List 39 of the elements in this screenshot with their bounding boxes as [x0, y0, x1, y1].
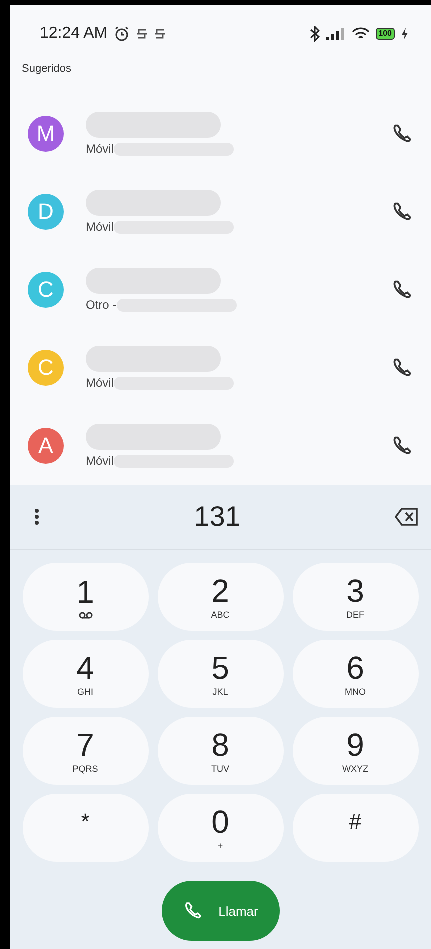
- section-title: Sugeridos: [22, 63, 72, 75]
- call-button[interactable]: Llamar: [162, 881, 280, 941]
- signal-icon: [326, 28, 346, 40]
- bluetooth-icon: [310, 26, 320, 42]
- phone-type-label: Móvil: [86, 454, 114, 468]
- notification-icon: [154, 27, 166, 41]
- status-time: 12:24 AM: [40, 25, 108, 43]
- dial-key[interactable]: 3 DEF: [292, 563, 418, 631]
- phone-type-label: Otro -: [86, 298, 117, 312]
- alarm-icon: [114, 26, 130, 42]
- phone-icon[interactable]: [391, 201, 413, 223]
- phone-icon[interactable]: [391, 123, 413, 145]
- backspace-icon[interactable]: [395, 508, 419, 526]
- dial-key[interactable]: 6 MNO: [292, 640, 418, 708]
- battery-level: 100: [376, 28, 395, 40]
- more-options-icon[interactable]: [34, 508, 40, 526]
- phone-icon[interactable]: [391, 435, 413, 457]
- contact-avatar[interactable]: M: [28, 116, 64, 152]
- dial-key[interactable]: *: [22, 794, 148, 862]
- phone-type-label: Móvil: [86, 220, 114, 234]
- charging-icon: [401, 28, 409, 40]
- dial-key[interactable]: 4 GHI: [22, 640, 148, 708]
- phone-icon[interactable]: [391, 279, 413, 301]
- dial-key[interactable]: 5 JKL: [158, 640, 284, 708]
- dial-key[interactable]: 1: [22, 563, 148, 631]
- dial-key[interactable]: 7 PQRS: [22, 717, 148, 785]
- phone-icon[interactable]: [391, 357, 413, 379]
- phone-icon: [182, 901, 203, 921]
- phone-type-label: Móvil: [86, 142, 114, 156]
- dial-key[interactable]: 8 TUV: [158, 717, 284, 785]
- voicemail-icon: [78, 612, 92, 618]
- dial-key[interactable]: 2 ABC: [158, 563, 284, 631]
- phone-type-label: Móvil: [86, 376, 114, 390]
- notification-icon: [136, 27, 148, 41]
- wifi-icon: [352, 27, 370, 41]
- dial-key[interactable]: #: [292, 794, 418, 862]
- dialed-number: 131: [194, 501, 241, 533]
- dial-key[interactable]: 0 +: [158, 794, 284, 862]
- dial-key[interactable]: 9 WXYZ: [292, 717, 418, 785]
